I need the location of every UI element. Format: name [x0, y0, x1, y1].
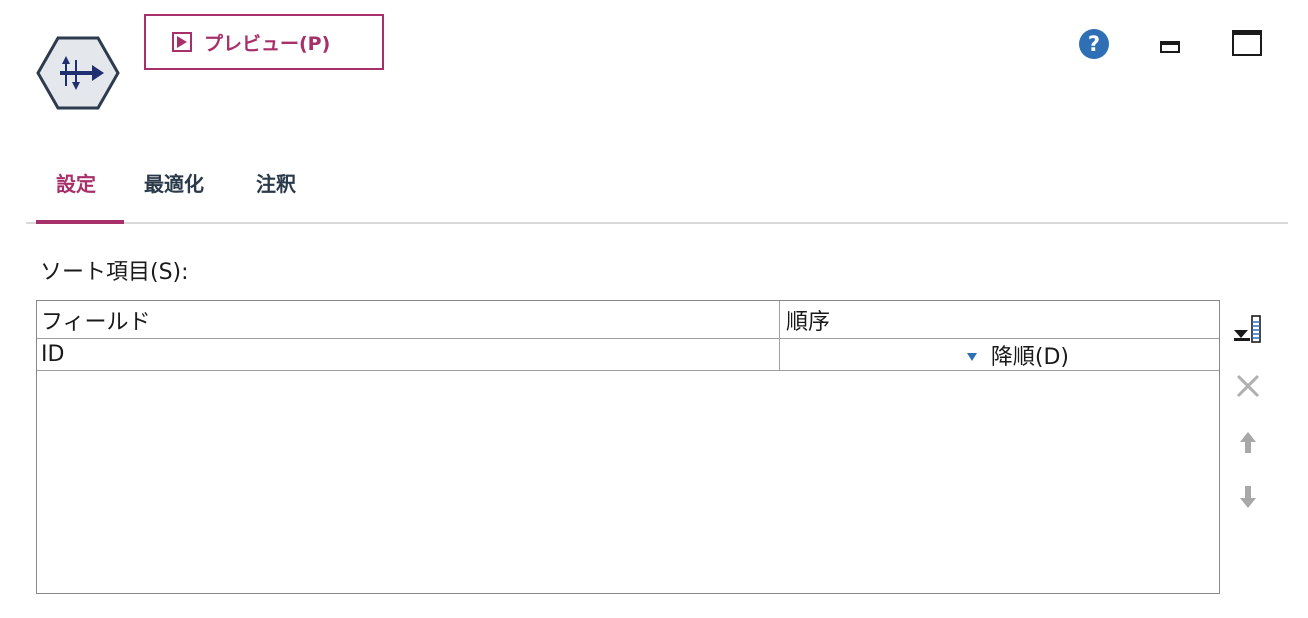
- delete-icon[interactable]: [1232, 368, 1268, 404]
- column-header-order: 順序: [779, 301, 1219, 338]
- order-cell[interactable]: 降順(D): [779, 339, 1219, 370]
- preview-button-label: プレビュー(P): [204, 32, 331, 55]
- sort-fields-label: ソート項目(S):: [40, 260, 189, 285]
- minimize-icon[interactable]: [1160, 38, 1180, 54]
- order-value: 降順(D): [990, 344, 1069, 370]
- play-icon: [172, 32, 192, 52]
- svg-text:?: ?: [1088, 32, 1100, 56]
- sort-descending-icon: [966, 342, 977, 367]
- sort-node-icon: [36, 36, 120, 110]
- add-field-icon[interactable]: [1232, 312, 1268, 348]
- tab-bar: 設定 最適化 注釈: [26, 150, 1288, 226]
- move-up-icon[interactable]: [1232, 424, 1268, 460]
- move-down-icon[interactable]: [1232, 480, 1268, 516]
- field-cell[interactable]: ID: [41, 339, 777, 370]
- maximize-icon[interactable]: [1232, 30, 1262, 56]
- preview-button[interactable]: プレビュー(P): [144, 14, 384, 70]
- sort-fields-table: フィールド 順序 ID 降順(D): [36, 300, 1220, 594]
- table-row[interactable]: ID 降順(D): [37, 339, 1219, 371]
- help-icon[interactable]: ?: [1078, 28, 1110, 60]
- tab-divider: [26, 222, 1288, 224]
- active-tab-indicator: [36, 220, 124, 224]
- tab-annotation[interactable]: 注釈: [256, 168, 296, 197]
- tab-settings[interactable]: 設定: [56, 168, 96, 197]
- table-header: フィールド 順序: [37, 301, 1219, 339]
- tab-optimization[interactable]: 最適化: [144, 168, 204, 197]
- column-header-field: フィールド: [41, 309, 151, 335]
